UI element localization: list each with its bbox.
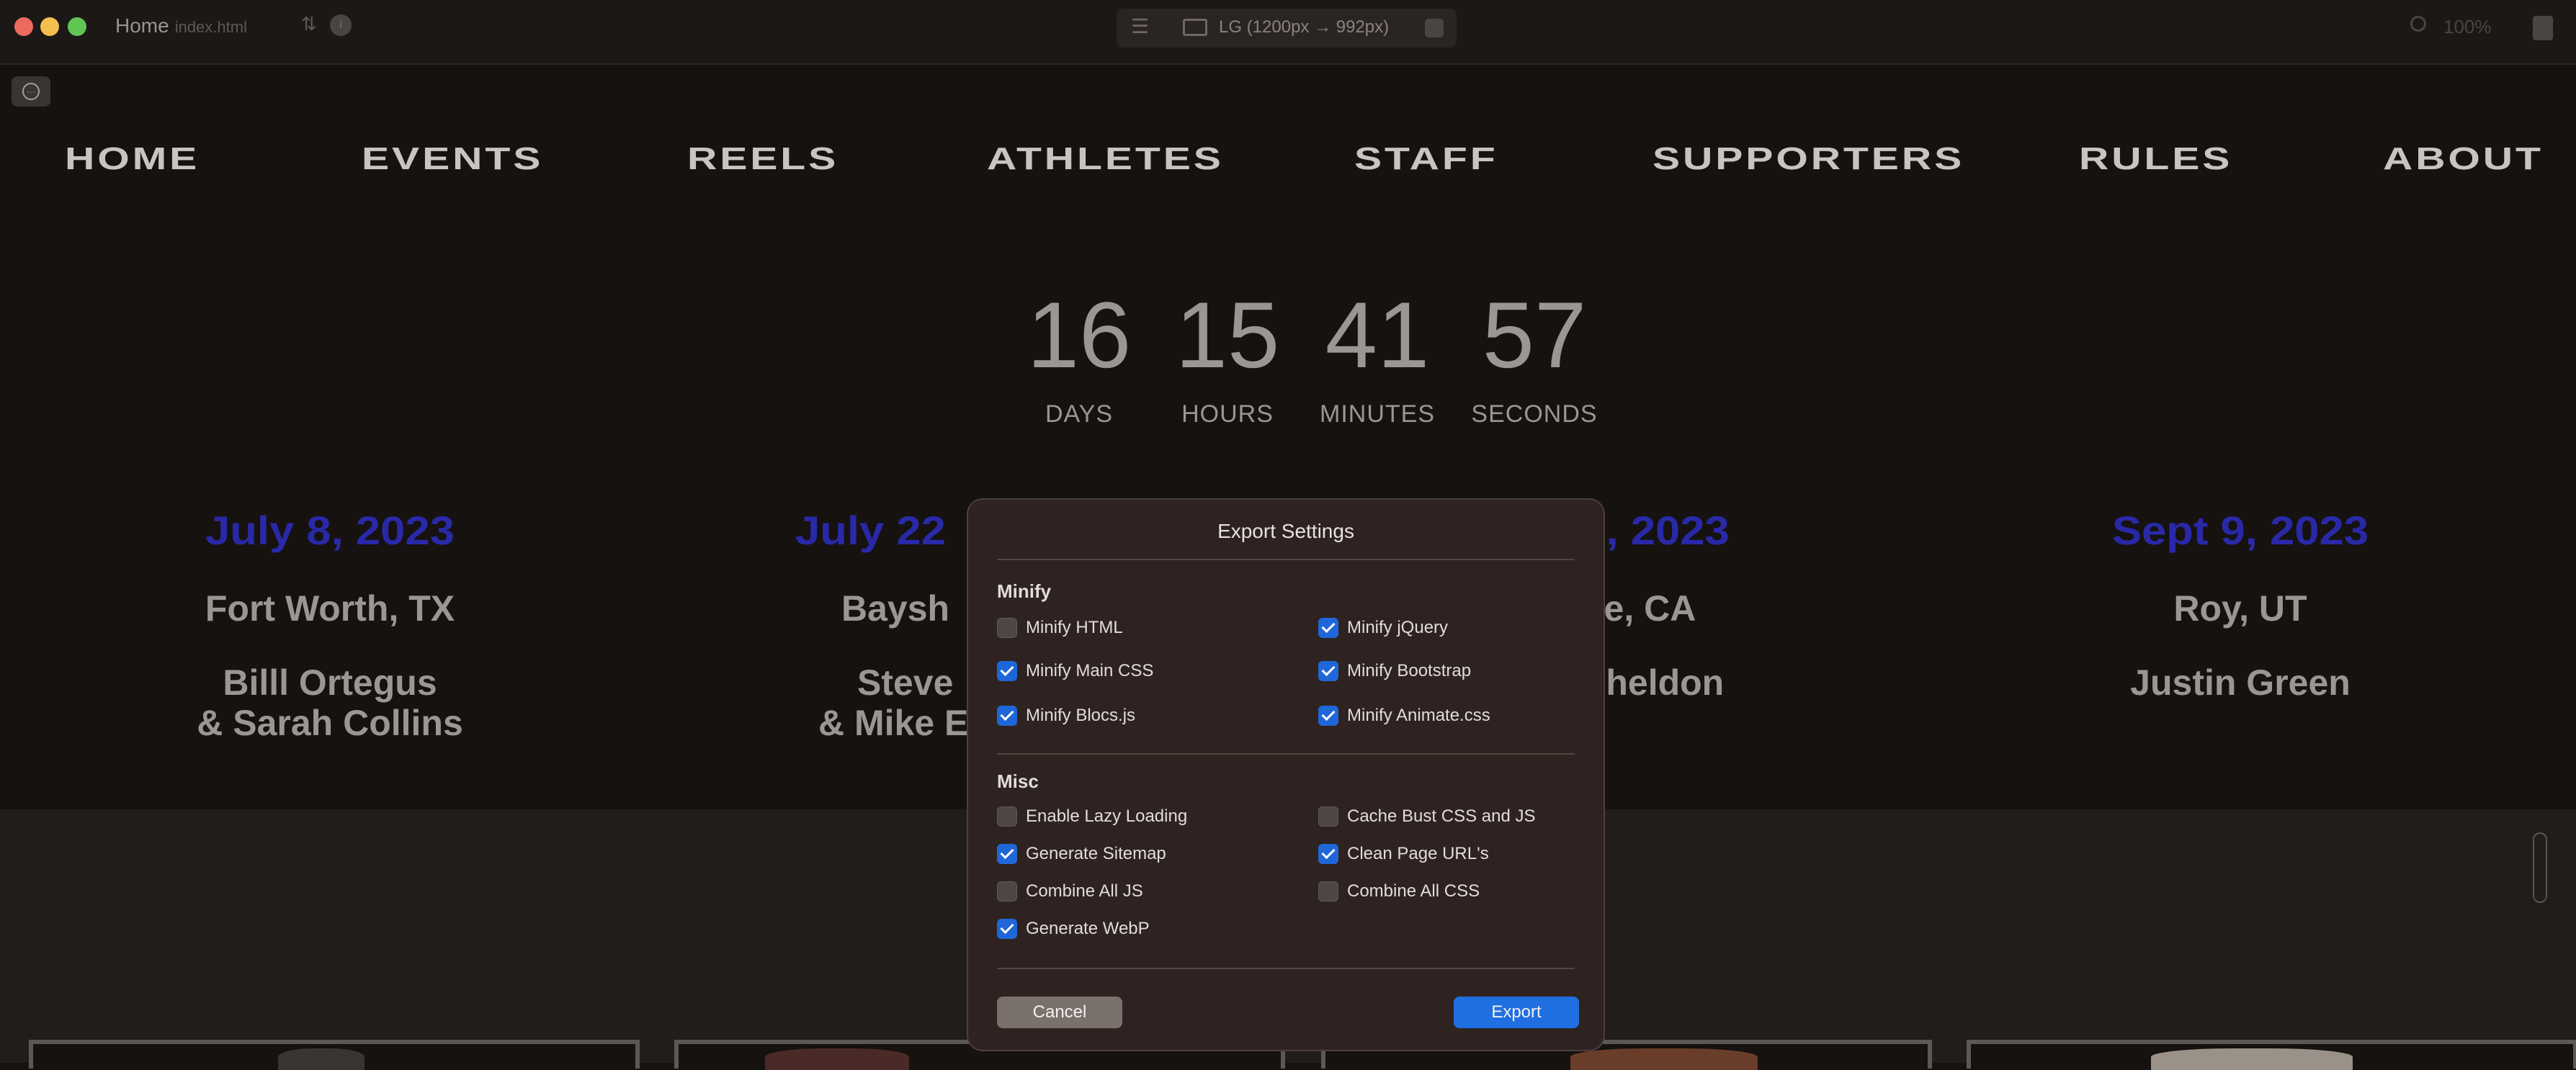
event-people: Justin Green (1988, 662, 2492, 703)
option-label: Combine All CSS (1347, 881, 1480, 901)
countdown-label: MINUTES (1320, 400, 1435, 428)
nav-home[interactable]: HOME (65, 141, 200, 177)
countdown-seconds: 57 (1482, 282, 1587, 387)
nav-athletes[interactable]: ATHLETES (987, 141, 1224, 177)
divider (997, 968, 1575, 969)
event-person: & Mike E (818, 703, 969, 743)
divider (997, 753, 1575, 755)
combine-css-checkbox[interactable] (1318, 881, 1338, 902)
minify-bootstrap-checkbox[interactable] (1318, 661, 1338, 681)
share-icon[interactable] (2533, 16, 2553, 40)
option-label: Enable Lazy Loading (1026, 806, 1188, 826)
page-file-name: index.html (174, 18, 247, 36)
option-label: Minify Bootstrap (1347, 661, 1472, 680)
page-title: Home (115, 14, 169, 37)
reel-thumbnail (1570, 1048, 1758, 1070)
option-label: Minify jQuery (1347, 618, 1449, 637)
option-label: Generate Sitemap (1026, 844, 1166, 863)
option-label: Minify Blocs.js (1026, 706, 1136, 725)
option-label: Cache Bust CSS and JS (1347, 806, 1536, 826)
countdown-days: 16 (1027, 282, 1132, 387)
combine-js-checkbox[interactable] (997, 881, 1017, 902)
countdown-hours: 15 (1175, 282, 1280, 387)
nav-rules[interactable]: RULES (2079, 141, 2232, 177)
event-city: Fort Worth, TX (205, 588, 455, 629)
reel-thumbnail (278, 1048, 365, 1070)
menu-icon[interactable]: ☰ (1131, 14, 1149, 38)
cache-bust-checkbox[interactable] (1318, 806, 1338, 827)
editor-toggle-button[interactable]: ··· (12, 76, 50, 107)
event-person: & Sarah Collins (197, 703, 463, 743)
nav-staff[interactable]: STAFF (1354, 141, 1498, 177)
toolbar: Home index.html ⇅ i ☰ LG (1200px → 992px)… (0, 0, 2576, 65)
export-button[interactable]: Export (1454, 997, 1579, 1028)
nav-reels[interactable]: REELS (687, 141, 838, 177)
device-label: LG (1200px → 992px) (1219, 17, 1390, 37)
reel-thumbnail (2151, 1048, 2353, 1070)
device-selector[interactable]: ☰ LG (1200px → 992px) (1117, 9, 1457, 48)
event-person: Justin Green (2130, 662, 2351, 703)
reel-thumbnail (765, 1048, 909, 1070)
app-window: Home index.html ⇅ i ☰ LG (1200px → 992px)… (0, 0, 2576, 1070)
lazy-loading-checkbox[interactable] (997, 806, 1017, 827)
event-date: Sept 9, 2023 (2111, 508, 2369, 553)
device-options-icon[interactable] (1425, 19, 1444, 37)
divider (997, 559, 1575, 560)
minify-main-css-checkbox[interactable] (997, 661, 1017, 681)
event-person: Billl Ortegus (223, 662, 437, 703)
zoom-window-button[interactable] (68, 17, 86, 36)
dialog-title: Export Settings (1217, 520, 1354, 542)
countdown-minutes: 41 (1325, 282, 1430, 387)
misc-heading: Misc (997, 770, 1039, 792)
page-switch-icon[interactable]: ⇅ (301, 13, 317, 35)
info-icon[interactable]: i (330, 14, 352, 36)
option-label: Generate WebP (1026, 919, 1150, 938)
generate-sitemap-checkbox[interactable] (997, 844, 1017, 864)
option-label: Minify Animate.css (1347, 706, 1490, 725)
generate-webp-checkbox[interactable] (997, 919, 1017, 939)
minimize-window-button[interactable] (40, 17, 59, 36)
minify-heading: Minify (997, 580, 1052, 602)
minify-html-checkbox[interactable] (997, 618, 1017, 638)
event-date: July 8, 2023 (205, 508, 455, 553)
minify-jquery-checkbox[interactable] (1318, 618, 1338, 638)
laptop-icon (1183, 19, 1207, 36)
event-person: Steve (857, 662, 954, 703)
minify-blocs-js-checkbox[interactable] (997, 706, 1017, 726)
close-window-button[interactable] (14, 17, 33, 36)
nav-supporters[interactable]: SUPPORTERS (1653, 141, 1964, 177)
clean-urls-checkbox[interactable] (1318, 844, 1338, 864)
option-label: Clean Page URL's (1347, 844, 1489, 863)
reel-card[interactable] (29, 1040, 640, 1070)
nav-about[interactable]: ABOUT (2383, 141, 2544, 177)
nav-events[interactable]: EVENTS (362, 141, 543, 177)
scrollbar[interactable] (2533, 832, 2547, 903)
cancel-button[interactable]: Cancel (997, 997, 1122, 1028)
event-people: Billl Ortegus & Sarah Collins (78, 662, 582, 743)
zoom-level[interactable]: 100% (2443, 16, 2492, 38)
page-selector[interactable]: Home index.html (115, 14, 247, 37)
countdown-label: SECONDS (1471, 400, 1598, 428)
dots-icon: ··· (22, 83, 40, 100)
export-settings-dialog: Export Settings Minify Minify HTML Minif… (967, 498, 1605, 1051)
minify-animate-css-checkbox[interactable] (1318, 706, 1338, 726)
option-label: Combine All JS (1026, 881, 1143, 901)
countdown-label: HOURS (1181, 400, 1274, 428)
countdown-label: DAYS (1045, 400, 1114, 428)
event-city: Roy, UT (2173, 588, 2307, 629)
option-label: Minify Main CSS (1026, 661, 1154, 680)
option-label: Minify HTML (1026, 618, 1123, 637)
search-icon[interactable] (2410, 16, 2426, 32)
reel-card[interactable] (1967, 1040, 2576, 1070)
